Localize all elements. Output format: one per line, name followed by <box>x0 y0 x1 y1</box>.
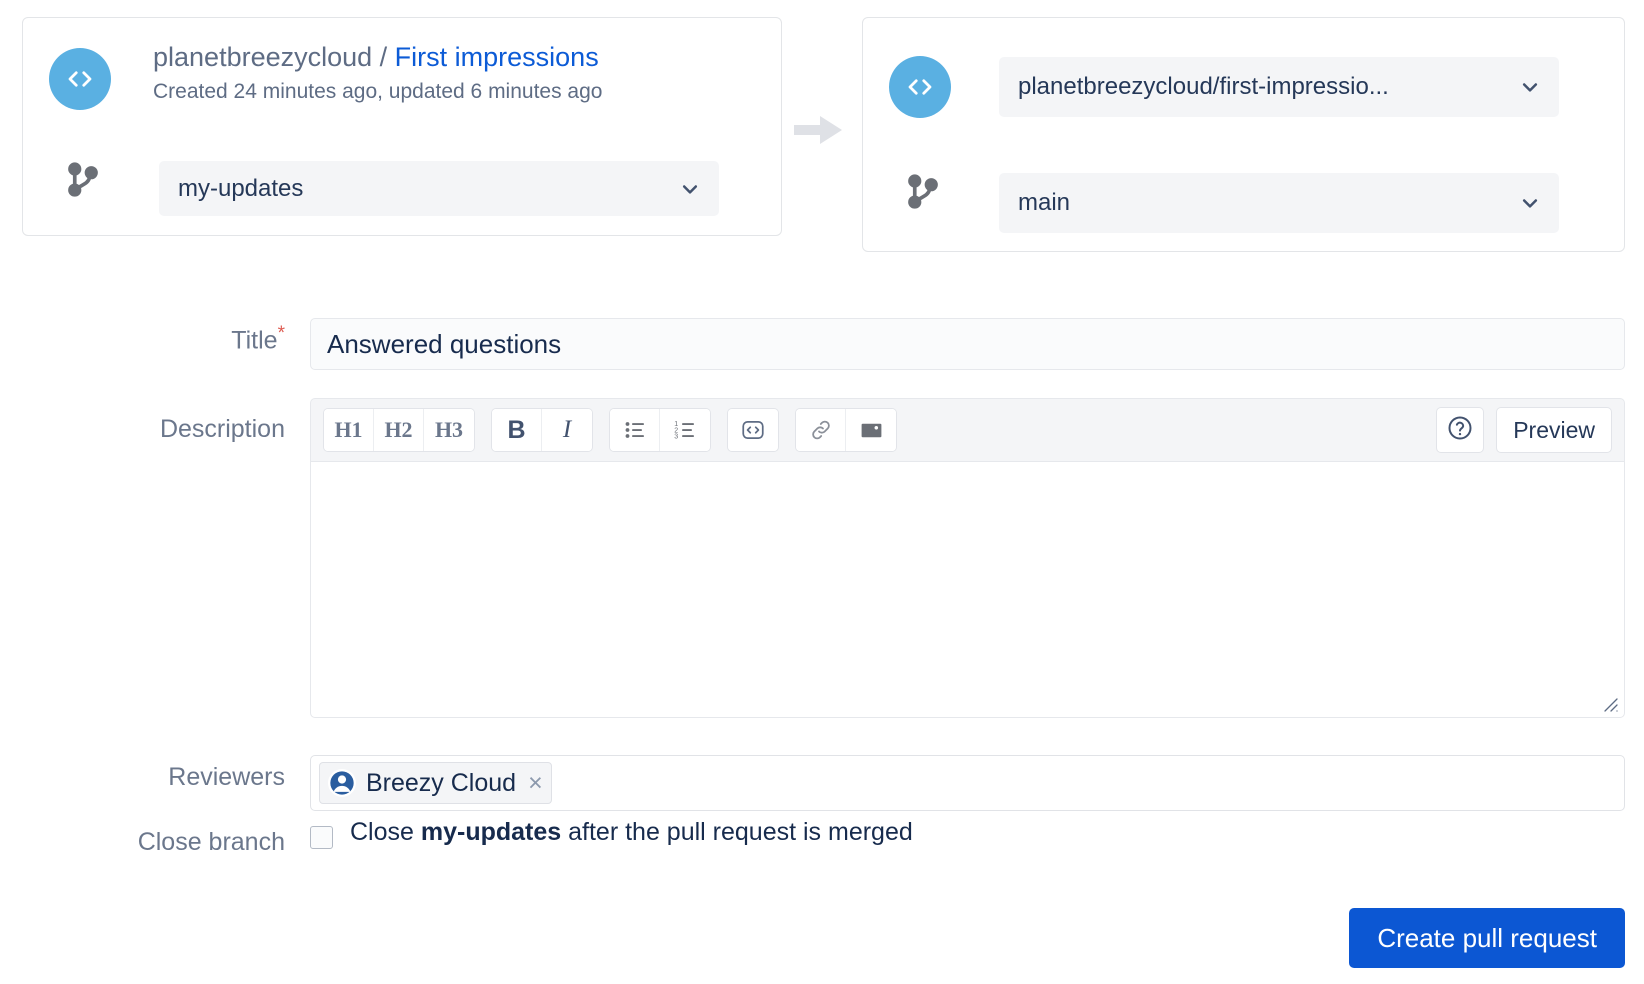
reviewer-chip[interactable]: Breezy Cloud × <box>319 762 552 804</box>
preview-button[interactable]: Preview <box>1496 407 1612 453</box>
description-textarea[interactable] <box>310 461 1625 718</box>
code-repo-icon <box>889 56 951 118</box>
help-button[interactable] <box>1436 407 1484 453</box>
reviewer-name: Breezy Cloud <box>366 769 516 798</box>
heading-2-button[interactable]: H2 <box>374 409 424 451</box>
title-label: Title* <box>110 323 285 355</box>
code-block-icon <box>740 417 766 443</box>
link-button[interactable] <box>796 409 846 451</box>
create-pull-request-button[interactable]: Create pull request <box>1349 908 1625 968</box>
editor-toolbar: H1 H2 H3 B I <box>310 398 1625 461</box>
heading-3-button[interactable]: H3 <box>424 409 474 451</box>
title-input-value: Answered questions <box>327 329 561 360</box>
heading-button-group: H1 H2 H3 <box>323 408 475 452</box>
description-editor: H1 H2 H3 B I <box>310 398 1625 718</box>
user-avatar-icon <box>328 769 356 797</box>
svg-text:3: 3 <box>674 434 678 441</box>
chevron-down-icon <box>1520 193 1540 213</box>
title-label-text: Title <box>231 326 277 354</box>
source-repo-title: planetbreezycloud / First impressions <box>153 42 599 73</box>
list-button-group: 1 2 3 <box>609 408 711 452</box>
destination-branch-select[interactable]: main <box>999 173 1559 233</box>
image-icon <box>859 418 884 443</box>
description-label: Description <box>60 415 285 444</box>
reviewers-label: Reviewers <box>60 763 285 792</box>
required-marker: * <box>278 323 285 344</box>
source-repo-panel: planetbreezycloud / First impressions Cr… <box>22 17 782 236</box>
close-branch-checkbox[interactable] <box>310 826 333 849</box>
reviewers-input[interactable]: Breezy Cloud × <box>310 755 1625 811</box>
title-input[interactable]: Answered questions <box>310 318 1625 370</box>
italic-button[interactable]: I <box>542 409 592 451</box>
insert-button-group <box>795 408 897 452</box>
code-block-button[interactable] <box>728 409 778 451</box>
resize-handle[interactable] <box>1600 694 1620 714</box>
source-branch-select[interactable]: my-updates <box>159 161 719 216</box>
close-branch-label: Close branch <box>60 828 285 857</box>
create-pull-request-page: planetbreezycloud / First impressions Cr… <box>0 0 1644 984</box>
destination-branch-value: main <box>1018 189 1070 217</box>
branch-icon <box>61 158 105 202</box>
remove-reviewer-button[interactable]: × <box>528 771 543 796</box>
numbered-list-icon: 1 2 3 <box>673 418 697 442</box>
code-repo-icon <box>49 48 111 110</box>
help-circle-icon <box>1446 414 1474 447</box>
link-icon <box>809 418 833 442</box>
source-repo-separator: / <box>372 42 395 72</box>
source-repo-meta: Created 24 minutes ago, updated 6 minute… <box>153 80 602 104</box>
destination-repo-select[interactable]: planetbreezycloud/first-impressio... <box>999 57 1559 117</box>
text-style-button-group: B I <box>491 408 593 452</box>
code-button-group <box>727 408 779 452</box>
close-text-suffix: after the pull request is merged <box>561 818 913 846</box>
arrow-right-icon <box>790 110 850 150</box>
numbered-list-button[interactable]: 1 2 3 <box>660 409 710 451</box>
close-text-prefix: Close <box>350 818 421 846</box>
source-branch-value: my-updates <box>178 175 303 203</box>
close-branch-description: Close my-updates after the pull request … <box>350 818 913 847</box>
image-button[interactable] <box>846 409 896 451</box>
bold-button[interactable]: B <box>492 409 542 451</box>
branch-selection-row: planetbreezycloud / First impressions Cr… <box>0 0 1644 262</box>
destination-repo-value: planetbreezycloud/first-impressio... <box>1018 73 1389 101</box>
source-repo-owner: planetbreezycloud <box>153 42 372 72</box>
chevron-down-icon <box>680 179 700 199</box>
destination-repo-panel: planetbreezycloud/first-impressio... mai… <box>862 17 1625 252</box>
heading-1-button[interactable]: H1 <box>324 409 374 451</box>
chevron-down-icon <box>1520 77 1540 97</box>
source-repo-name-link[interactable]: First impressions <box>395 42 599 72</box>
bullet-list-icon <box>623 418 647 442</box>
close-text-branch-name: my-updates <box>421 818 561 846</box>
branch-icon <box>901 170 945 214</box>
bullet-list-button[interactable] <box>610 409 660 451</box>
